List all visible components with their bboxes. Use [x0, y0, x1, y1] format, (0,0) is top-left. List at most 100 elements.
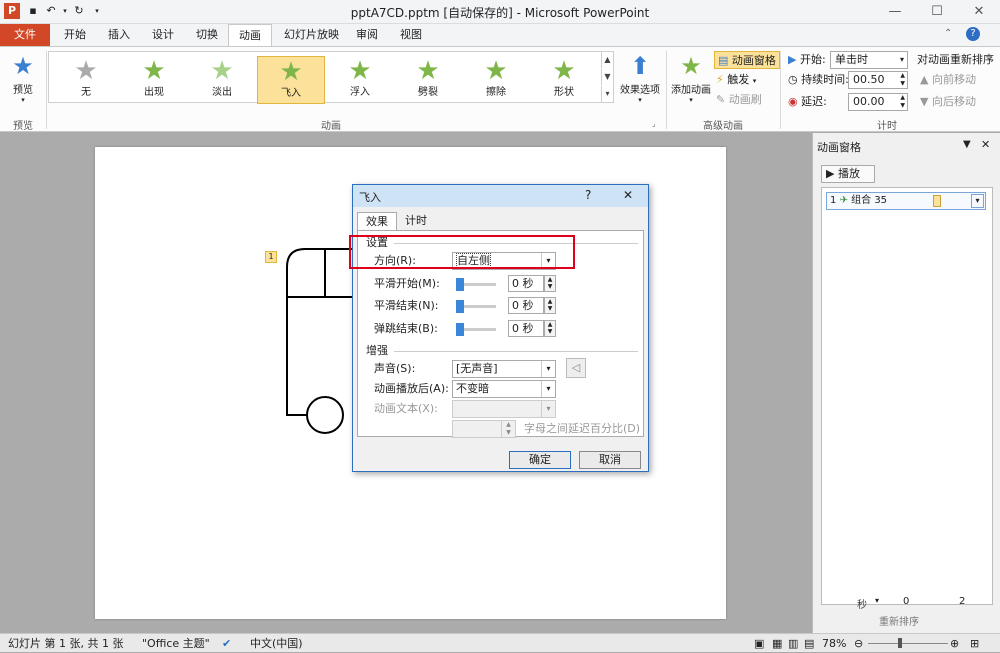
animation-split[interactable]: ★ 劈裂 — [395, 56, 461, 104]
add-animation-button[interactable]: ★ 添加动画 ▾ — [670, 51, 712, 113]
animation-shape[interactable]: ★ 形状 — [531, 56, 597, 104]
speaker-icon[interactable]: ◁ — [566, 358, 586, 378]
cancel-button[interactable]: 取消 — [579, 451, 641, 469]
gallery-scroll-up-icon[interactable]: ▲ — [601, 52, 613, 68]
tab-design[interactable]: 设计 — [142, 24, 184, 46]
star-icon: ★ — [484, 56, 508, 86]
animation-appear[interactable]: ★ 出现 — [121, 56, 187, 104]
animation-wipe[interactable]: ★ 擦除 — [463, 56, 529, 104]
spinner-icon[interactable]: ▲ ▼ — [544, 275, 556, 292]
gallery-scroll-down-icon[interactable]: ▼ — [601, 69, 613, 85]
delay-input[interactable]: 00.00 ▲ ▼ — [848, 93, 908, 111]
after-animation-select[interactable]: 不变暗 ▾ — [452, 380, 556, 398]
bounce-end-input[interactable]: 0 秒 — [508, 320, 544, 337]
dialog-help-button[interactable]: ? — [585, 188, 591, 202]
dialog-close-button[interactable]: ✕ — [623, 188, 633, 202]
duration-text: 持续时间: — [801, 73, 849, 86]
move-later-button[interactable]: ▼ 向后移动 — [920, 93, 976, 111]
fit-to-window-icon[interactable]: ⊞ — [970, 634, 979, 653]
theme-name: "Office 主题" — [142, 637, 210, 650]
title-bar: P ▪ ↶ ▾ ↻ ▾ pptA7CD.pptm [自动保存的] - Micro… — [0, 0, 1000, 24]
animation-label: 飞入 — [281, 88, 301, 99]
triangle-up-icon: ▲ — [920, 73, 929, 86]
animation-label: 劈裂 — [418, 87, 438, 98]
tab-insert[interactable]: 插入 — [98, 24, 140, 46]
tab-home[interactable]: 开始 — [54, 24, 96, 46]
spinner-icon[interactable]: ▲ ▼ — [900, 72, 905, 88]
play-button[interactable]: ▶ 播放 — [821, 165, 875, 183]
move-earlier-button[interactable]: ▲ 向前移动 — [920, 71, 976, 89]
slider-thumb[interactable] — [456, 300, 464, 313]
smooth-start-slider[interactable] — [456, 278, 496, 291]
trigger-button[interactable]: ⚡ 触发 ▾ — [716, 71, 756, 90]
zoom-in-icon[interactable]: ⊕ — [950, 634, 959, 653]
maximize-button[interactable]: ☐ — [916, 0, 958, 24]
animation-label: 浮入 — [350, 87, 370, 98]
zoom-level[interactable]: 78% — [822, 634, 846, 653]
item-name: 组合 35 — [851, 195, 888, 206]
slider-thumb[interactable] — [456, 323, 464, 336]
tab-slideshow[interactable]: 幻灯片放映 — [274, 24, 349, 46]
dialog-launcher-icon[interactable]: ⌟ — [652, 119, 656, 128]
tab-animations[interactable]: 动画 — [228, 24, 272, 46]
chevron-down-icon: ▾ — [899, 55, 904, 64]
tab-view[interactable]: 视图 — [390, 24, 432, 46]
arrow-up-icon: ⬆ — [629, 52, 651, 80]
help-icon[interactable]: ? — [966, 27, 980, 41]
animation-float-in[interactable]: ★ 浮入 — [327, 56, 393, 104]
normal-view-icon[interactable]: ▣ — [754, 634, 764, 653]
smooth-start-input[interactable]: 0 秒 — [508, 275, 544, 292]
collapse-ribbon-icon[interactable]: ⌃ — [944, 28, 952, 39]
animation-none[interactable]: ★ 无 — [53, 56, 119, 104]
ok-button[interactable]: 确定 — [509, 451, 571, 469]
tab-transitions[interactable]: 切换 — [186, 24, 228, 46]
start-label: ▶ 开始: — [788, 51, 826, 69]
close-pane-icon[interactable]: ✕ — [981, 138, 990, 151]
spinner-icon[interactable]: ▲ ▼ — [544, 297, 556, 314]
animation-painter-button[interactable]: ✎ 动画刷 — [716, 91, 762, 109]
pane-options-icon[interactable]: ▼ — [963, 139, 971, 150]
chevron-down-icon: ▾ — [752, 77, 757, 85]
zoom-out-icon[interactable]: ⊖ — [854, 634, 863, 653]
duration-input[interactable]: 00.50 ▲ ▼ — [848, 71, 908, 89]
slideshow-view-icon[interactable]: ▤ — [804, 634, 814, 653]
slide-sorter-icon[interactable]: ▦ — [772, 634, 782, 653]
animation-list-item[interactable]: 1 ✈ 组合 35 ▾ — [826, 192, 986, 210]
spinner-icon[interactable]: ▲ ▼ — [900, 94, 905, 110]
minimize-button[interactable]: — — [874, 0, 916, 24]
animation-fade[interactable]: ★ 淡出 — [189, 56, 255, 104]
zoom-slider[interactable] — [868, 643, 948, 644]
animate-text-label: 动画文本(X): — [374, 402, 438, 415]
tab-file[interactable]: 文件 — [0, 24, 50, 46]
bounce-end-slider[interactable] — [456, 323, 496, 336]
dialog-title-bar: 飞入 ? ✕ — [353, 185, 648, 207]
start-value: 单击时 — [835, 53, 868, 66]
smooth-end-input[interactable]: 0 秒 — [508, 297, 544, 314]
preview-button[interactable]: ★ 预览 ▾ — [4, 51, 42, 113]
animation-fly-in[interactable]: ★ 飞入 — [257, 56, 325, 104]
item-dropdown-icon[interactable]: ▾ — [971, 194, 984, 208]
slider-thumb[interactable] — [456, 278, 464, 291]
effect-options-button[interactable]: ⬆ 效果选项 ▾ — [618, 51, 662, 113]
sound-select[interactable]: [无声音] ▾ — [452, 360, 556, 378]
tab-timing[interactable]: 计时 — [397, 212, 435, 230]
start-select[interactable]: 单击时 ▾ — [830, 51, 908, 69]
slide-info: 幻灯片 第 1 张, 共 1 张 — [8, 637, 124, 650]
brush-icon: ✎ — [716, 93, 726, 106]
animation-pane-button[interactable]: ▤ 动画窗格 — [714, 51, 780, 69]
item-index: 1 — [830, 195, 837, 206]
gallery-more-icon[interactable]: ▾ — [601, 86, 613, 102]
spinner-icon[interactable]: ▲ ▼ — [544, 320, 556, 337]
tab-effect[interactable]: 效果 — [357, 212, 397, 230]
sound-value: [无声音] — [456, 362, 498, 375]
tab-review[interactable]: 审阅 — [346, 24, 388, 46]
enhance-header: 增强 — [366, 344, 388, 357]
reading-view-icon[interactable]: ▥ — [788, 634, 798, 653]
zoom-slider-thumb[interactable] — [898, 638, 902, 648]
seconds-dropdown-icon[interactable]: ▾ — [875, 596, 879, 605]
smooth-end-slider[interactable] — [456, 300, 496, 313]
status-bar: 幻灯片 第 1 张, 共 1 张 "Office 主题" ✔ 中文(中国) ▣ … — [0, 633, 1000, 652]
close-window-button[interactable]: ✕ — [958, 0, 1000, 24]
spellcheck-icon[interactable]: ✔ — [222, 634, 231, 653]
lightning-icon: ⚡ — [716, 73, 724, 86]
